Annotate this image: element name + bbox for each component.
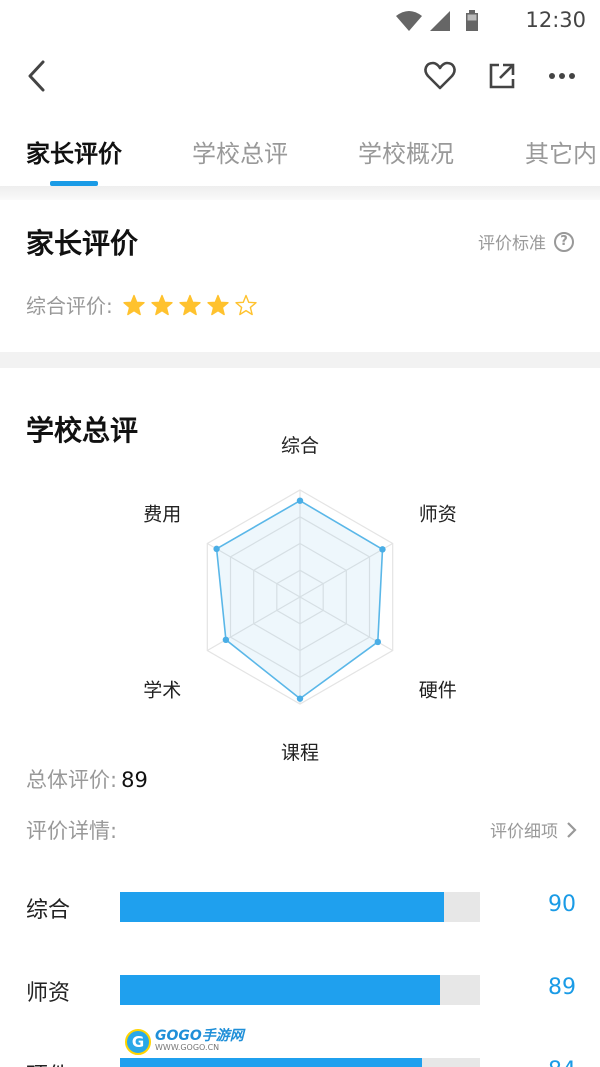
- score-bar-label: 师资: [26, 981, 71, 1006]
- tab-other[interactable]: 其它内: [525, 134, 597, 169]
- section-divider: [0, 352, 600, 368]
- radar-axis-label: 学术: [143, 680, 181, 702]
- score-bar-track: [120, 892, 480, 922]
- nav-bar: [0, 40, 600, 110]
- score-bar-value: 89: [548, 975, 576, 1000]
- watermark-logo-icon: G: [125, 1029, 151, 1055]
- help-icon: ?: [554, 231, 574, 252]
- back-icon[interactable]: [18, 56, 58, 96]
- more-icon[interactable]: [542, 56, 582, 96]
- share-icon[interactable]: [482, 56, 522, 96]
- watermark: G GOGO手游网 WWW.GOGO.CN: [125, 1027, 245, 1057]
- heart-icon[interactable]: [420, 56, 460, 96]
- radar-data-point: [222, 636, 230, 643]
- total-rating: 总体评价: 89: [26, 764, 148, 794]
- watermark-brand: GOGO手游网: [155, 1028, 244, 1044]
- radar-axis-label: 师资: [419, 504, 457, 526]
- score-bar-row: 硬件 84: [26, 1058, 576, 1067]
- detail-label: 评价详情:: [26, 819, 118, 843]
- score-bar-value: 84: [548, 1058, 576, 1067]
- radar-series-area: [215, 499, 384, 700]
- radar-data-point: [213, 545, 220, 553]
- star-empty-icon: [235, 294, 257, 315]
- radar-data-point: [296, 695, 304, 702]
- tabs-shadow: [0, 186, 600, 200]
- status-bar: 12:30: [0, 0, 600, 40]
- star-filled-icon: [207, 294, 229, 315]
- tab-school-overview[interactable]: 学校概况: [358, 134, 454, 169]
- radar-axis-label: 综合: [281, 435, 319, 457]
- tab-parent-review[interactable]: 家长评价: [26, 134, 122, 169]
- wifi-icon: [396, 11, 422, 31]
- detail-link-label: 评价细项: [490, 822, 558, 842]
- star-filled-icon: [123, 294, 145, 315]
- radar-data-point: [296, 497, 304, 504]
- parent-review-title: 家长评价: [26, 227, 139, 260]
- total-value: 89: [121, 768, 148, 792]
- radar-data-point: [379, 546, 386, 553]
- score-bar-value: 90: [548, 892, 576, 917]
- radar-data-point: [374, 638, 382, 646]
- detail-row: 评价详情: 评价细项: [26, 815, 578, 845]
- score-bar-row: 综合 90: [26, 892, 576, 923]
- score-bar-label: 综合: [26, 898, 71, 923]
- total-label: 总体评价:: [26, 768, 118, 792]
- battery-icon: [466, 10, 478, 31]
- tab-bar: 家长评价 学校总评 学校概况 其它内: [0, 118, 600, 188]
- star-filled-icon: [179, 294, 201, 315]
- score-bar-track: [120, 1058, 480, 1067]
- star-filled-icon: [151, 294, 173, 315]
- score-bar-row: 师资 89: [26, 975, 576, 1006]
- overall-rating: 综合评价:: [26, 290, 257, 319]
- score-bar-fill: [120, 892, 444, 922]
- star-rating: [123, 294, 257, 316]
- tab-school-review[interactable]: 学校总评: [192, 134, 288, 169]
- score-bar-fill: [120, 975, 441, 1005]
- radar-axis-label: 费用: [143, 504, 181, 526]
- status-time: 12:30: [525, 8, 586, 32]
- score-bar-track: [120, 975, 480, 1005]
- criteria-link[interactable]: 评价标准 ?: [478, 229, 574, 254]
- overall-label: 综合评价:: [26, 294, 113, 318]
- detail-link[interactable]: 评价细项: [490, 817, 578, 842]
- chevron-right-icon: [567, 821, 577, 838]
- radar-chart: 综合师资硬件课程 学术 费用: [143, 435, 457, 764]
- status-icons: [396, 10, 478, 31]
- radar-axis-label: 硬件: [419, 680, 457, 702]
- score-bar-label: 硬件: [26, 1058, 70, 1067]
- score-bar-fill: [120, 1058, 423, 1067]
- criteria-label: 评价标准: [478, 234, 546, 254]
- radar-axis-label: 课程: [281, 742, 319, 764]
- signal-icon: [430, 11, 450, 31]
